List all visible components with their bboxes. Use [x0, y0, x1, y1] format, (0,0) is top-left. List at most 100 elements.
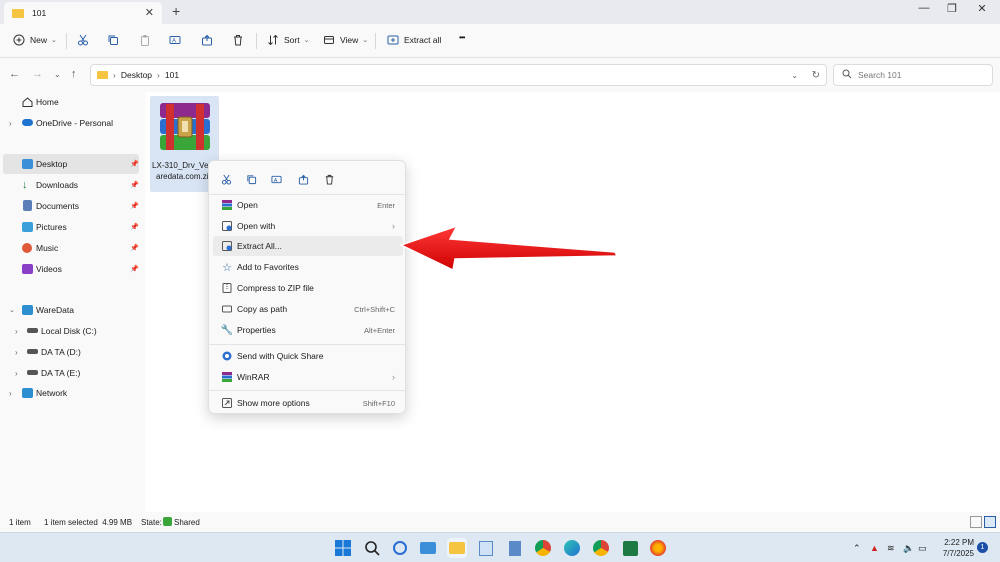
- address-dropdown-icon[interactable]: ⌄: [791, 71, 798, 80]
- chevron-up-icon[interactable]: ⌃: [853, 543, 861, 554]
- firefox-icon[interactable]: [648, 538, 668, 558]
- sidebar-item-data-d[interactable]: › DA TA (D:): [0, 342, 142, 362]
- maximize-button[interactable]: ❐: [944, 2, 960, 15]
- start-button[interactable]: [333, 538, 353, 558]
- search-box[interactable]: [833, 64, 993, 86]
- share-button[interactable]: [200, 33, 214, 47]
- sidebar-item-data-e[interactable]: › DA TA (E:): [0, 363, 142, 383]
- menu-item-quick-share[interactable]: Send with Quick Share: [213, 346, 403, 366]
- notification-badge[interactable]: 1: [977, 542, 988, 553]
- chevron-right-icon[interactable]: ›: [15, 327, 18, 336]
- menu-label: WinRAR: [237, 372, 270, 382]
- wifi-icon[interactable]: ≋: [887, 543, 895, 554]
- notepad-icon[interactable]: [476, 538, 496, 558]
- folder-icon: [12, 8, 24, 18]
- close-window-button[interactable]: ✕: [974, 2, 990, 15]
- file-explorer-icon[interactable]: [447, 538, 467, 558]
- copilot-icon[interactable]: [390, 538, 410, 558]
- sidebar-item-home[interactable]: Home: [0, 92, 142, 112]
- menu-item-extract-all[interactable]: Extract All...: [213, 236, 403, 256]
- edge-icon[interactable]: [562, 538, 582, 558]
- extract-all-button[interactable]: Extract all: [386, 33, 441, 47]
- sidebar-item-waredata[interactable]: ⌄ WareData: [0, 300, 142, 320]
- up-arrow-icon[interactable]: ↑: [71, 68, 77, 80]
- system-clock[interactable]: 2:22 PM 7/7/2025: [936, 537, 974, 559]
- menu-item-add-to-favorites[interactable]: ☆ Add to Favorites: [213, 257, 403, 277]
- pin-icon[interactable]: 📌: [130, 160, 139, 168]
- pin-icon[interactable]: 📌: [130, 223, 139, 231]
- breadcrumb-separator: ›: [157, 70, 160, 80]
- sidebar-item-desktop[interactable]: Desktop 📌: [3, 154, 139, 174]
- cut-icon[interactable]: [218, 171, 234, 187]
- back-arrow-icon[interactable]: ←: [9, 68, 20, 80]
- refresh-icon[interactable]: ↻: [812, 70, 820, 81]
- forward-arrow-icon[interactable]: →: [32, 68, 43, 80]
- view-button[interactable]: View ⌄: [322, 33, 368, 47]
- chrome-profile-icon[interactable]: [591, 538, 611, 558]
- cut-button[interactable]: [76, 33, 90, 47]
- close-tab-icon[interactable]: ✕: [145, 6, 154, 19]
- pin-icon[interactable]: 📌: [130, 181, 139, 189]
- menu-item-properties[interactable]: 🔧 Properties Alt+Enter: [213, 320, 403, 340]
- copy-button[interactable]: [106, 33, 120, 47]
- menu-item-compress-zip[interactable]: Compress to ZIP file: [213, 278, 403, 298]
- pin-icon[interactable]: 📌: [130, 265, 139, 273]
- chevron-right-icon[interactable]: ›: [9, 119, 12, 128]
- trash-icon[interactable]: [321, 171, 337, 187]
- menu-item-open[interactable]: Open Enter: [213, 195, 403, 215]
- sidebar-item-documents[interactable]: Documents 📌: [0, 196, 142, 216]
- chevron-right-icon[interactable]: ›: [9, 389, 12, 398]
- rename-icon[interactable]: A: [268, 171, 284, 187]
- sidebar-item-downloads[interactable]: ↓ Downloads 📌: [0, 175, 142, 195]
- menu-item-winrar[interactable]: WinRAR ›: [213, 367, 403, 387]
- sidebar-item-onedrive[interactable]: › OneDrive - Personal: [0, 113, 142, 133]
- chevron-right-icon[interactable]: ›: [15, 348, 18, 357]
- sidebar-item-pictures[interactable]: Pictures 📌: [0, 217, 142, 237]
- breadcrumb-desktop[interactable]: Desktop: [121, 70, 152, 80]
- pin-icon[interactable]: 📌: [130, 202, 139, 210]
- tab-101[interactable]: 101 ✕: [4, 2, 162, 24]
- zip-icon: [221, 282, 233, 294]
- menu-item-show-more-options[interactable]: Show more options Shift+F10: [213, 393, 403, 413]
- recent-chevron-icon[interactable]: ⌄: [54, 70, 61, 79]
- open-with-icon: [221, 220, 233, 232]
- menu-label: Compress to ZIP file: [237, 283, 314, 293]
- address-bar[interactable]: › Desktop › 101 ⌄ ↻: [90, 64, 827, 86]
- pin-icon[interactable]: 📌: [130, 244, 139, 252]
- details-view-button[interactable]: [970, 516, 982, 528]
- tiles-view-button[interactable]: [984, 516, 996, 528]
- sort-icon: [266, 33, 280, 47]
- menu-item-open-with[interactable]: Open with ›: [213, 216, 403, 236]
- more-options-button[interactable]: •••: [459, 33, 465, 42]
- sidebar-label: Home: [36, 97, 59, 107]
- search-button[interactable]: [362, 538, 382, 558]
- delete-button[interactable]: [231, 33, 245, 47]
- sidebar-label: Videos: [36, 264, 62, 274]
- battery-icon[interactable]: ▭: [918, 543, 927, 554]
- sidebar-item-music[interactable]: Music 📌: [0, 238, 142, 258]
- volume-icon[interactable]: 🔈: [903, 543, 914, 554]
- menu-item-copy-as-path[interactable]: Copy as path Ctrl+Shift+C: [213, 299, 403, 319]
- network-icon: [22, 388, 33, 398]
- sort-button[interactable]: Sort ⌄: [266, 33, 309, 47]
- notes-icon[interactable]: [505, 538, 525, 558]
- paste-button[interactable]: [138, 33, 152, 47]
- sidebar-item-videos[interactable]: Videos 📌: [0, 259, 142, 279]
- new-button[interactable]: New ⌄: [12, 33, 57, 47]
- sidebar-item-local-disk-c[interactable]: › Local Disk (C:): [0, 321, 142, 341]
- remote-desktop-icon[interactable]: [418, 538, 438, 558]
- search-input[interactable]: [858, 70, 978, 80]
- sidebar-label: Desktop: [36, 159, 68, 169]
- sidebar-item-network[interactable]: › Network: [0, 383, 142, 403]
- chevron-down-icon[interactable]: ⌄: [9, 306, 15, 314]
- minimize-button[interactable]: —: [916, 2, 932, 14]
- new-tab-button[interactable]: +: [172, 3, 180, 19]
- rename-button[interactable]: A: [168, 33, 182, 47]
- copy-icon[interactable]: [243, 171, 259, 187]
- excel-icon[interactable]: [620, 538, 640, 558]
- share-icon[interactable]: [295, 171, 311, 187]
- chrome-icon[interactable]: [533, 538, 553, 558]
- breadcrumb-101[interactable]: 101: [165, 70, 179, 80]
- chevron-right-icon[interactable]: ›: [15, 369, 18, 378]
- antivirus-tray-icon[interactable]: ▲: [870, 543, 879, 553]
